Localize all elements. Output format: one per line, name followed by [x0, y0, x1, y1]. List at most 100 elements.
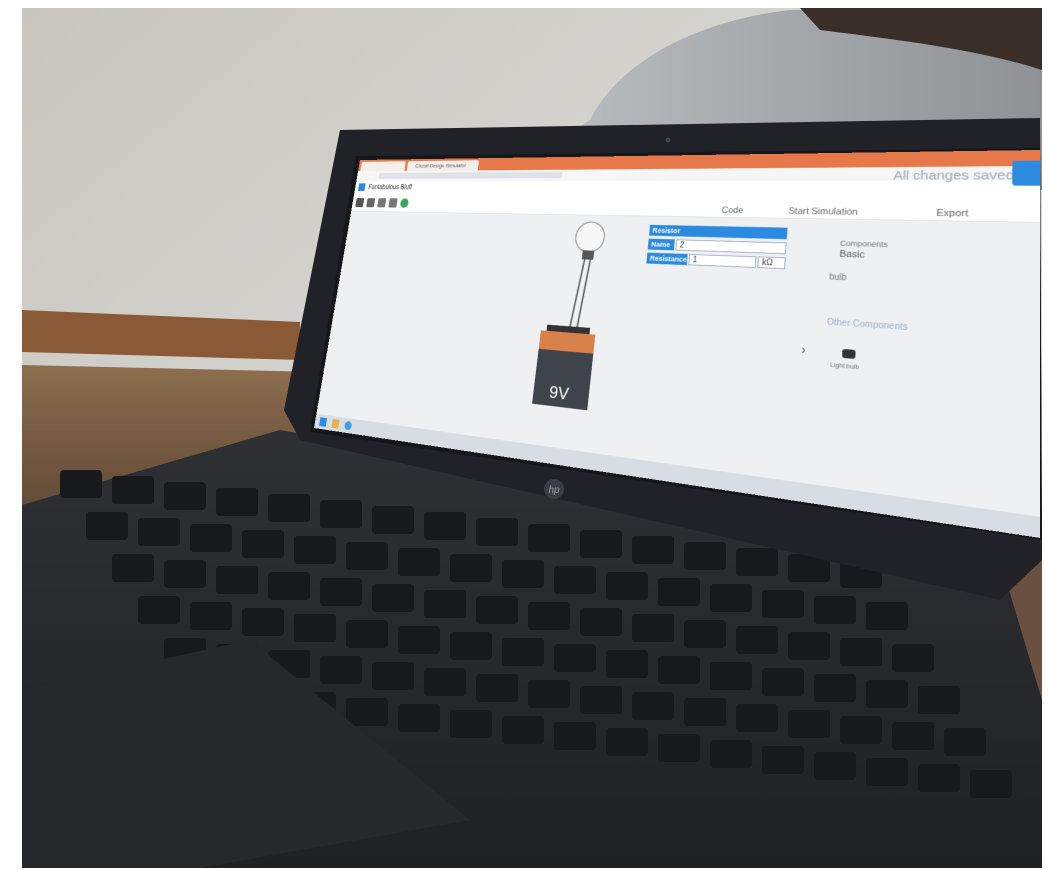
keyboard-key[interactable] — [502, 638, 544, 666]
wire-left[interactable] — [570, 259, 585, 328]
keyboard-key[interactable] — [684, 620, 726, 648]
keyboard-key[interactable] — [346, 620, 388, 648]
keyboard-key[interactable] — [632, 536, 674, 564]
keyboard-key[interactable] — [866, 602, 908, 630]
keyboard-key[interactable] — [320, 500, 362, 528]
keyboard-key[interactable] — [580, 686, 622, 714]
undo-icon[interactable] — [377, 198, 387, 208]
keyboard-key[interactable] — [814, 674, 856, 702]
code-button[interactable]: Code — [721, 206, 743, 216]
keyboard-key[interactable] — [372, 584, 414, 612]
explorer-icon[interactable] — [331, 419, 340, 429]
delete-icon[interactable] — [366, 198, 376, 208]
keyboard-key[interactable] — [606, 650, 648, 678]
keyboard-key[interactable] — [320, 656, 362, 684]
name-field[interactable]: 2 — [675, 239, 787, 255]
keyboard-key[interactable] — [112, 476, 154, 504]
keyboard-key[interactable] — [138, 518, 180, 546]
keyboard-key[interactable] — [528, 602, 570, 630]
keyboard-key[interactable] — [450, 710, 492, 738]
keyboard-key[interactable] — [658, 656, 700, 684]
keyboard-key[interactable] — [346, 542, 388, 570]
rotate-icon[interactable] — [355, 198, 365, 208]
start-simulation-button[interactable]: Start Simulation — [788, 206, 858, 217]
keyboard-key[interactable] — [788, 632, 830, 660]
keyboard-key[interactable] — [268, 572, 310, 600]
keyboard-key[interactable] — [138, 596, 180, 624]
keyboard-key[interactable] — [346, 698, 388, 726]
export-button[interactable]: Export — [936, 208, 968, 219]
keyboard-key[interactable] — [918, 686, 960, 714]
keyboard-key[interactable] — [242, 608, 284, 636]
keyboard-key[interactable] — [398, 704, 440, 732]
keyboard-key[interactable] — [762, 668, 804, 696]
keyboard-key[interactable] — [684, 698, 726, 726]
keyboard-key[interactable] — [502, 560, 544, 588]
keyboard-key[interactable] — [710, 584, 752, 612]
keyboard-key[interactable] — [580, 608, 622, 636]
keyboard-key[interactable] — [736, 626, 778, 654]
keyboard-key[interactable] — [892, 644, 934, 672]
keyboard-key[interactable] — [710, 740, 752, 768]
keyboard-key[interactable] — [424, 668, 466, 696]
keyboard-key[interactable] — [710, 662, 752, 690]
keyboard-key[interactable] — [736, 548, 778, 576]
light-bulb[interactable] — [574, 222, 606, 253]
keyboard-key[interactable] — [554, 566, 596, 594]
project-title[interactable]: Fantabulous Bluff — [368, 184, 413, 191]
keyboard-key[interactable] — [216, 566, 258, 594]
unit-select[interactable]: kΩ — [757, 256, 786, 270]
keyboard-key[interactable] — [840, 638, 882, 666]
keyboard-key[interactable] — [268, 494, 310, 522]
browser-tab[interactable] — [360, 161, 406, 172]
keyboard-key[interactable] — [580, 530, 622, 558]
keyboard-key[interactable] — [502, 716, 544, 744]
start-icon[interactable] — [318, 417, 328, 427]
keyboard-key[interactable] — [658, 734, 700, 762]
keyboard-key[interactable] — [944, 728, 986, 756]
keyboard-key[interactable] — [476, 596, 518, 624]
browser-icon[interactable] — [343, 420, 353, 431]
keyboard-key[interactable] — [372, 506, 414, 534]
keyboard-key[interactable] — [424, 512, 466, 540]
url-field[interactable] — [378, 171, 563, 179]
component-search-input[interactable]: bulb — [829, 273, 847, 283]
keyboard-key[interactable] — [372, 662, 414, 690]
circuit-canvas[interactable] — [506, 214, 643, 423]
keyboard-key[interactable] — [450, 632, 492, 660]
keyboard-key[interactable] — [762, 590, 804, 618]
keyboard-key[interactable] — [164, 560, 206, 588]
keyboard-key[interactable] — [606, 728, 648, 756]
keyboard-key[interactable] — [60, 470, 102, 498]
keyboard-key[interactable] — [762, 746, 804, 774]
keyboard-key[interactable] — [294, 614, 336, 642]
keyboard-key[interactable] — [528, 680, 570, 708]
keyboard-key[interactable] — [554, 644, 596, 672]
keyboard-key[interactable] — [190, 602, 232, 630]
share-button[interactable] — [1012, 160, 1040, 186]
browser-tab-active[interactable]: Circuit Design Simulator — [406, 160, 480, 171]
keyboard-key[interactable] — [242, 530, 284, 558]
keyboard-key[interactable] — [632, 692, 674, 720]
keyboard-key[interactable] — [450, 554, 492, 582]
wire-right[interactable] — [577, 259, 590, 328]
keyboard-key[interactable] — [398, 548, 440, 576]
keyboard-key[interactable] — [866, 680, 908, 708]
keyboard-key[interactable] — [164, 482, 206, 510]
keyboard-key[interactable] — [736, 704, 778, 732]
panel-expand-chevron-icon[interactable]: › — [801, 342, 806, 356]
keyboard-key[interactable] — [476, 518, 518, 546]
keyboard-key[interactable] — [528, 524, 570, 552]
keyboard-key[interactable] — [918, 764, 960, 792]
keyboard-key[interactable] — [476, 674, 518, 702]
keyboard-key[interactable] — [970, 770, 1012, 798]
keyboard-key[interactable] — [320, 578, 362, 606]
keyboard-key[interactable] — [684, 542, 726, 570]
keyboard-key[interactable] — [216, 488, 258, 516]
keyboard-key[interactable] — [866, 758, 908, 786]
keyboard-key[interactable] — [788, 710, 830, 738]
keyboard-key[interactable] — [814, 596, 856, 624]
keyboard-key[interactable] — [892, 722, 934, 750]
redo-icon[interactable] — [388, 198, 398, 208]
keyboard-key[interactable] — [658, 578, 700, 606]
